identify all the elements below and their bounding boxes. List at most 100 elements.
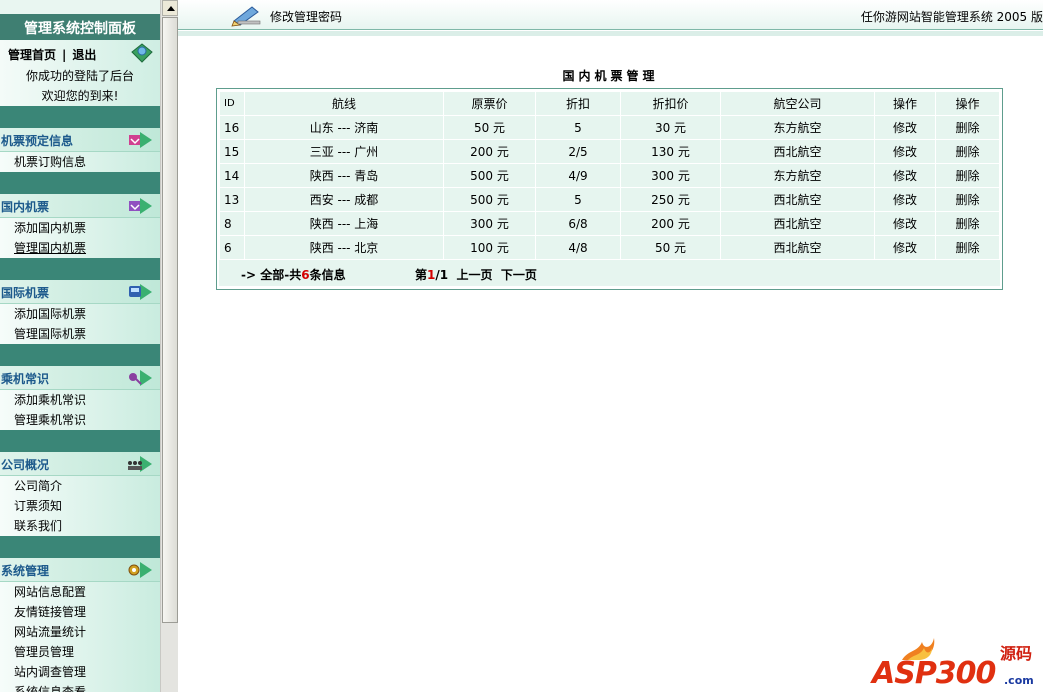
prev-page-link[interactable]: 上一页: [456, 268, 492, 282]
record-count-suffix: 条信息: [309, 268, 346, 282]
column-header: ID: [220, 92, 244, 115]
cell-airline: 西北航空: [721, 236, 874, 259]
cell-airline: 西北航空: [721, 140, 874, 163]
table-row: 14 陕西 --- 青岛 500 元 4/9 300 元 东方航空 修改 删除: [220, 164, 999, 187]
section-header[interactable]: 系统管理: [0, 558, 160, 582]
sidebar-item-traffic[interactable]: 网站流量统计: [14, 623, 86, 640]
sidebar-item-manage-knowledge[interactable]: 管理乘机常识: [14, 411, 86, 428]
sidebar-item-company-intro[interactable]: 公司简介: [14, 477, 62, 494]
delete-link[interactable]: 删除: [936, 164, 999, 187]
section-header[interactable]: 公司概况: [0, 452, 160, 476]
sidebar-scrollbar[interactable]: [160, 0, 178, 692]
link-separator: |: [62, 48, 67, 62]
section-header-label: 国内机票: [1, 200, 50, 214]
welcome-line-2: 欢迎您的到来!: [41, 89, 119, 103]
sidebar-item-add-international[interactable]: 添加国际机票: [14, 305, 86, 322]
section-header[interactable]: 乘机常识: [0, 366, 160, 390]
cell-route: 陕西 --- 北京: [245, 236, 443, 259]
column-header: 折扣价: [621, 92, 720, 115]
delete-link[interactable]: 删除: [936, 212, 999, 235]
scroll-thumb[interactable]: [162, 17, 178, 623]
sidebar-section-knowledge: 乘机常识 添加乘机常识 管理乘机常识: [0, 366, 160, 430]
column-header: 折扣: [536, 92, 620, 115]
pencil-icon: [231, 6, 261, 27]
edit-link[interactable]: 修改: [875, 140, 935, 163]
sidebar-item-booking-notice[interactable]: 订票须知: [14, 497, 62, 514]
cell-discount: 4/8: [536, 236, 620, 259]
cell-price: 50 元: [444, 116, 535, 139]
bus-icon: [129, 284, 152, 300]
sidebar-item-system-info[interactable]: 系统信息查看: [14, 683, 86, 692]
cell-airline: 东方航空: [721, 116, 874, 139]
table-row: 13 西安 --- 成都 500 元 5 250 元 西北航空 修改 删除: [220, 188, 999, 211]
section-header[interactable]: 国内机票: [0, 194, 160, 218]
sidebar-item-manage-domestic[interactable]: 管理国内机票: [14, 239, 86, 256]
sidebar-welcome-panel: 管理首页 | 退出 你成功的登陆了后台 欢迎您的到来!: [0, 40, 160, 106]
sidebar-item-surveys[interactable]: 站内调查管理: [14, 663, 86, 680]
sidebar-section-booking: 机票预定信息 机票订购信息: [0, 128, 160, 172]
ticket-table-panel: ID 航线 原票价 折扣 折扣价 航空公司 操作 操作 16 山东 --- 济南…: [216, 88, 1003, 290]
welcome-line-1: 你成功的登陆了后台: [25, 69, 134, 83]
page-title[interactable]: 修改管理密码: [270, 8, 342, 25]
delete-link[interactable]: 删除: [936, 236, 999, 259]
cell-discount: 4/9: [536, 164, 620, 187]
cell-discount-price: 300 元: [621, 164, 720, 187]
top-header: 修改管理密码 任你游网站智能管理系统 2005 版: [178, 0, 1043, 30]
section-header-label: 机票预定信息: [1, 134, 74, 148]
section-title: 国内机票管理: [562, 69, 659, 83]
people-icon: [128, 456, 152, 472]
section-header[interactable]: 机票预定信息: [0, 128, 160, 152]
section-header[interactable]: 国际机票: [0, 280, 160, 304]
sidebar-item-ticket-orders[interactable]: 机票订购信息: [14, 153, 86, 170]
cell-route: 陕西 --- 青岛: [245, 164, 443, 187]
cell-id: 6: [220, 236, 244, 259]
ticket-table: ID 航线 原票价 折扣 折扣价 航空公司 操作 操作 16 山东 --- 济南…: [219, 91, 1000, 260]
cell-airline: 西北航空: [721, 212, 874, 235]
cell-id: 16: [220, 116, 244, 139]
sidebar-item-links[interactable]: 友情链接管理: [14, 603, 86, 620]
sidebar-item-add-domestic[interactable]: 添加国内机票: [14, 219, 86, 236]
table-row: 6 陕西 --- 北京 100 元 4/8 50 元 西北航空 修改 删除: [220, 236, 999, 259]
cell-discount-price: 130 元: [621, 140, 720, 163]
edit-link[interactable]: 修改: [875, 164, 935, 187]
sidebar-item-manage-international[interactable]: 管理国际机票: [14, 325, 86, 342]
cell-price: 100 元: [444, 236, 535, 259]
cell-discount-price: 250 元: [621, 188, 720, 211]
section-header-label: 乘机常识: [1, 372, 50, 386]
cell-discount: 6/8: [536, 212, 620, 235]
edit-link[interactable]: 修改: [875, 212, 935, 235]
record-count-prefix: -> 全部-共: [241, 268, 302, 282]
sidebar-item-add-knowledge[interactable]: 添加乘机常识: [14, 391, 86, 408]
gear-icon: [128, 562, 152, 578]
delete-link[interactable]: 删除: [936, 188, 999, 211]
edit-link[interactable]: 修改: [875, 236, 935, 259]
cell-route: 山东 --- 济南: [245, 116, 443, 139]
sidebar-item-admins[interactable]: 管理员管理: [14, 643, 74, 660]
cell-discount-price: 50 元: [621, 236, 720, 259]
sidebar-item-contact-us[interactable]: 联系我们: [14, 517, 62, 534]
cell-id: 8: [220, 212, 244, 235]
cell-discount: 5: [536, 116, 620, 139]
cell-price: 300 元: [444, 212, 535, 235]
sidebar-section-company: 公司概况 公司简介 订票须知 联系我们: [0, 452, 160, 536]
delete-link[interactable]: 删除: [936, 140, 999, 163]
table-header-row: ID 航线 原票价 折扣 折扣价 航空公司 操作 操作: [220, 92, 999, 115]
column-header: 航线: [245, 92, 443, 115]
delete-link[interactable]: 删除: [936, 116, 999, 139]
section-header-label: 国际机票: [1, 286, 50, 300]
cell-route: 三亚 --- 广州: [245, 140, 443, 163]
page-prefix: 第: [415, 268, 428, 282]
arrow-down-icon: [129, 198, 152, 214]
next-page-link[interactable]: 下一页: [501, 268, 537, 282]
table-row: 8 陕西 --- 上海 300 元 6/8 200 元 西北航空 修改 删除: [220, 212, 999, 235]
edit-link[interactable]: 修改: [875, 116, 935, 139]
column-header: 原票价: [444, 92, 535, 115]
edit-link[interactable]: 修改: [875, 188, 935, 211]
cell-discount: 5: [536, 188, 620, 211]
sidebar-title-bar: 管理系统控制面板: [0, 0, 160, 40]
sidebar-item-site-config[interactable]: 网站信息配置: [14, 583, 86, 600]
table-row: 16 山东 --- 济南 50 元 5 30 元 东方航空 修改 删除: [220, 116, 999, 139]
logout-link[interactable]: 退出: [72, 48, 96, 62]
home-link[interactable]: 管理首页: [8, 48, 56, 62]
scroll-up-button[interactable]: [162, 0, 178, 16]
